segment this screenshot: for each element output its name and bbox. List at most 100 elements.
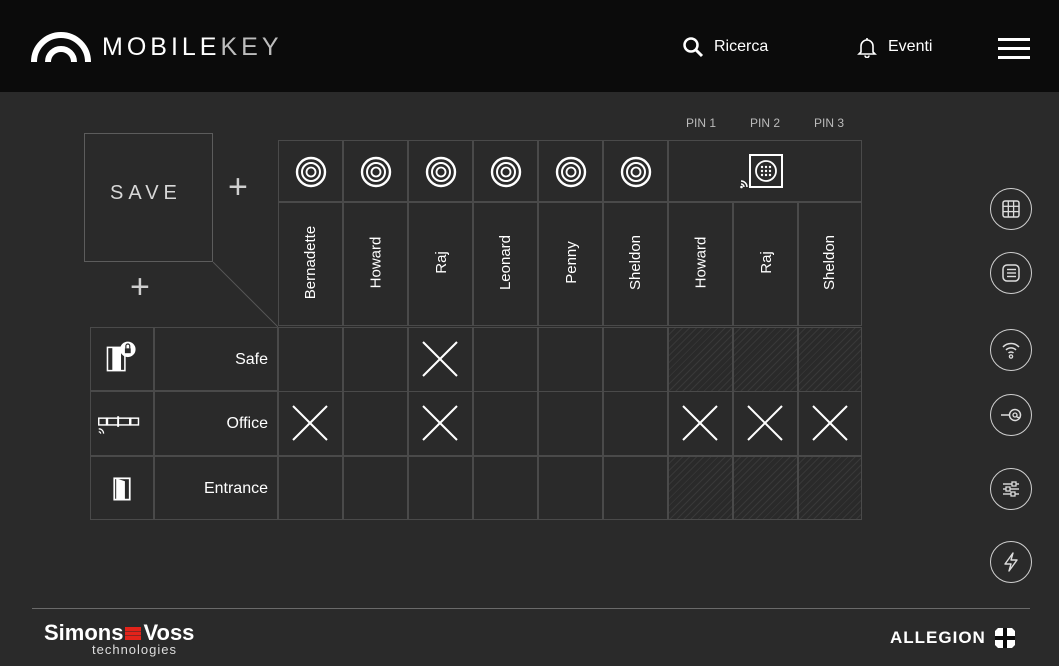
authorized-x-icon: [747, 405, 783, 441]
door-icon-cell-safe[interactable]: [90, 327, 154, 391]
person-name-text: Raj: [757, 251, 775, 274]
menu-button[interactable]: [998, 38, 1030, 60]
person-name-text: Sheldon: [821, 234, 839, 291]
add-person-button[interactable]: +: [228, 168, 248, 207]
person-icon-cell-6[interactable]: [603, 140, 668, 202]
person-name-2: Howard: [344, 200, 408, 325]
allegion-text: ALLEGION: [890, 628, 986, 647]
unavailable-cell: [668, 456, 733, 520]
key-at-icon: [1001, 408, 1022, 422]
authorized-x-icon: [422, 405, 458, 441]
search-label: Ricerca: [714, 38, 769, 55]
door-lock-icon: [106, 341, 136, 372]
door-label-safe: Safe: [235, 351, 268, 368]
menu-bar: [998, 38, 1030, 41]
wireless-button[interactable]: [990, 329, 1032, 371]
authorization-cell[interactable]: [538, 456, 603, 520]
bell-icon: [857, 38, 877, 58]
door-icon-cell-entrance[interactable]: [90, 456, 154, 520]
person-name-text: Bernadette: [302, 225, 320, 300]
wireless-icon: [1002, 342, 1020, 359]
authorization-cell[interactable]: [603, 456, 668, 520]
save-label: SAVE: [110, 182, 182, 204]
authorization-cell[interactable]: [603, 327, 668, 392]
lightning-button[interactable]: [990, 541, 1032, 583]
person-name-3: Raj: [409, 200, 473, 325]
authorization-cell[interactable]: [538, 391, 603, 456]
authorization-cell[interactable]: [473, 327, 538, 392]
person-name-text: Howard: [367, 236, 385, 289]
door-label-entrance: Entrance: [203, 480, 268, 497]
authorized-x-icon: [682, 405, 718, 441]
authorization-cell[interactable]: [473, 391, 538, 456]
menu-bar: [998, 47, 1030, 50]
person-icon-cell-2[interactable]: [343, 140, 408, 202]
allegion-logo: ALLEGION: [890, 625, 1018, 651]
lightning-icon: [1004, 552, 1018, 572]
list-icon: [1002, 264, 1020, 282]
search-button[interactable]: Ricerca: [682, 36, 768, 58]
authorization-cell[interactable]: [603, 391, 668, 456]
brand-name: MOBILEKEY: [102, 33, 283, 62]
person-icon-cell-4[interactable]: [473, 140, 538, 202]
arc-logo-icon: [31, 32, 91, 63]
person-name-4: Leonard: [474, 200, 538, 325]
events-button[interactable]: Eventi: [856, 36, 932, 58]
pin-keypad-icon: [740, 154, 783, 189]
settings-sliders-icon: [1003, 481, 1019, 497]
unavailable-cell: [668, 327, 733, 392]
authorization-cell[interactable]: [278, 327, 343, 392]
authorization-cell[interactable]: [343, 391, 408, 456]
app-header: MOBILEKEY Ricerca Eventi: [0, 0, 1059, 92]
grid-view-button[interactable]: [990, 188, 1032, 230]
authorization-cell[interactable]: [408, 456, 473, 520]
brand-bold: MOBILE: [102, 32, 221, 61]
authorization-cell[interactable]: [538, 327, 603, 392]
simonsvoss-logo: Simons Voss technologies: [44, 620, 194, 657]
transponder-icon: [360, 156, 392, 188]
person-icon-cell-5[interactable]: [538, 140, 603, 202]
person-name-text: Penny: [562, 241, 580, 284]
corner-diagonal: [213, 262, 278, 327]
unavailable-cell: [733, 327, 798, 392]
person-icon-cell-3[interactable]: [408, 140, 473, 202]
person-icon-cell-1[interactable]: [278, 140, 343, 202]
add-door-button[interactable]: +: [130, 268, 150, 307]
sv-bar-icon: [125, 626, 142, 640]
transponder-icon: [490, 156, 522, 188]
authorized-x-icon: [422, 341, 458, 377]
door-icon-cell-office[interactable]: [90, 391, 154, 456]
key-at-button[interactable]: [990, 394, 1032, 436]
person-name-text: Raj: [432, 251, 450, 274]
search-icon: [683, 37, 704, 58]
authorization-cell[interactable]: [278, 456, 343, 520]
unavailable-cell: [798, 327, 862, 392]
authorization-cell[interactable]: [343, 327, 408, 392]
person-name-8: Raj: [734, 200, 798, 325]
list-view-button[interactable]: [990, 252, 1032, 294]
allegion-mark-icon: [994, 628, 1015, 648]
grid-icon: [1002, 200, 1020, 218]
unavailable-cell: [733, 456, 798, 520]
authorization-cell[interactable]: [343, 456, 408, 520]
mobilekey-logo: MOBILEKEY: [30, 30, 283, 64]
pin-label-3: PIN 3: [813, 116, 844, 130]
authorized-x-icon: [292, 405, 328, 441]
brand-light: KEY: [220, 32, 283, 61]
menu-bar: [998, 56, 1030, 59]
transponder-icon: [425, 156, 457, 188]
door-icon: [113, 477, 131, 501]
pin-keypad-cell[interactable]: [668, 140, 862, 202]
person-name-1: Bernadette: [279, 200, 343, 325]
authorization-cell[interactable]: [473, 456, 538, 520]
transponder-icon: [295, 156, 327, 188]
transponder-icon: [555, 156, 587, 188]
footer-divider: [32, 608, 1030, 609]
person-name-9: Sheldon: [798, 200, 862, 325]
events-label: Eventi: [888, 38, 933, 55]
pin-label-1: PIN 1: [685, 116, 716, 130]
transponder-icon: [620, 156, 652, 188]
pin-label-2: PIN 2: [749, 116, 780, 130]
cylinder-icon: [98, 416, 140, 434]
settings-button[interactable]: [990, 468, 1032, 510]
